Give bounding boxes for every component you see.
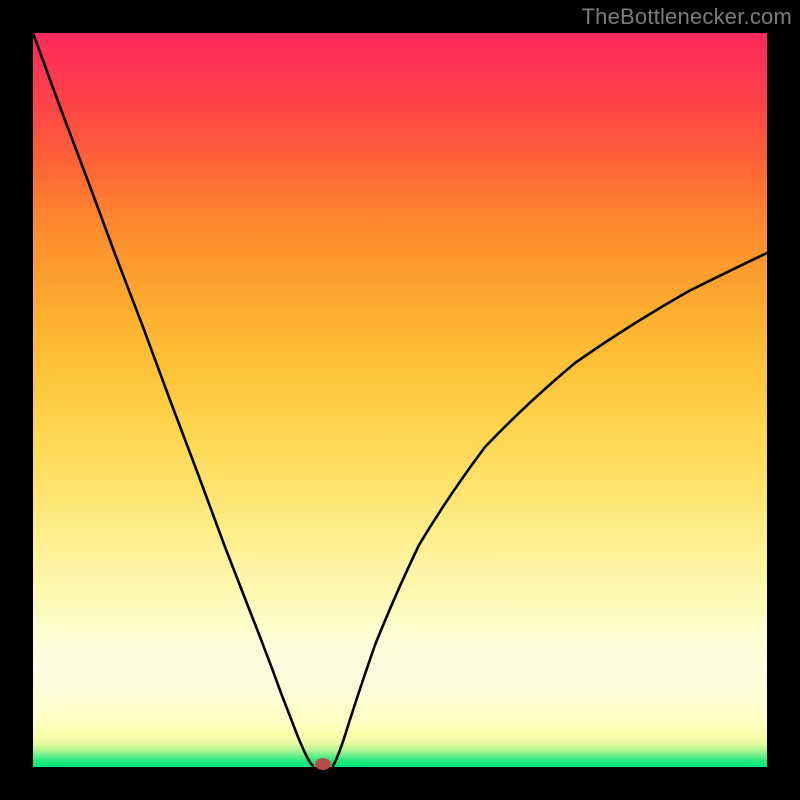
watermark-text: TheBottlenecker.com <box>582 4 792 30</box>
chart-frame: TheBottlenecker.com <box>0 0 800 800</box>
bottleneck-marker <box>315 758 331 770</box>
curve-left-branch <box>33 33 313 766</box>
chart-plot-area <box>33 33 767 767</box>
curve-right-branch <box>333 253 767 766</box>
bottleneck-curve <box>33 33 767 767</box>
